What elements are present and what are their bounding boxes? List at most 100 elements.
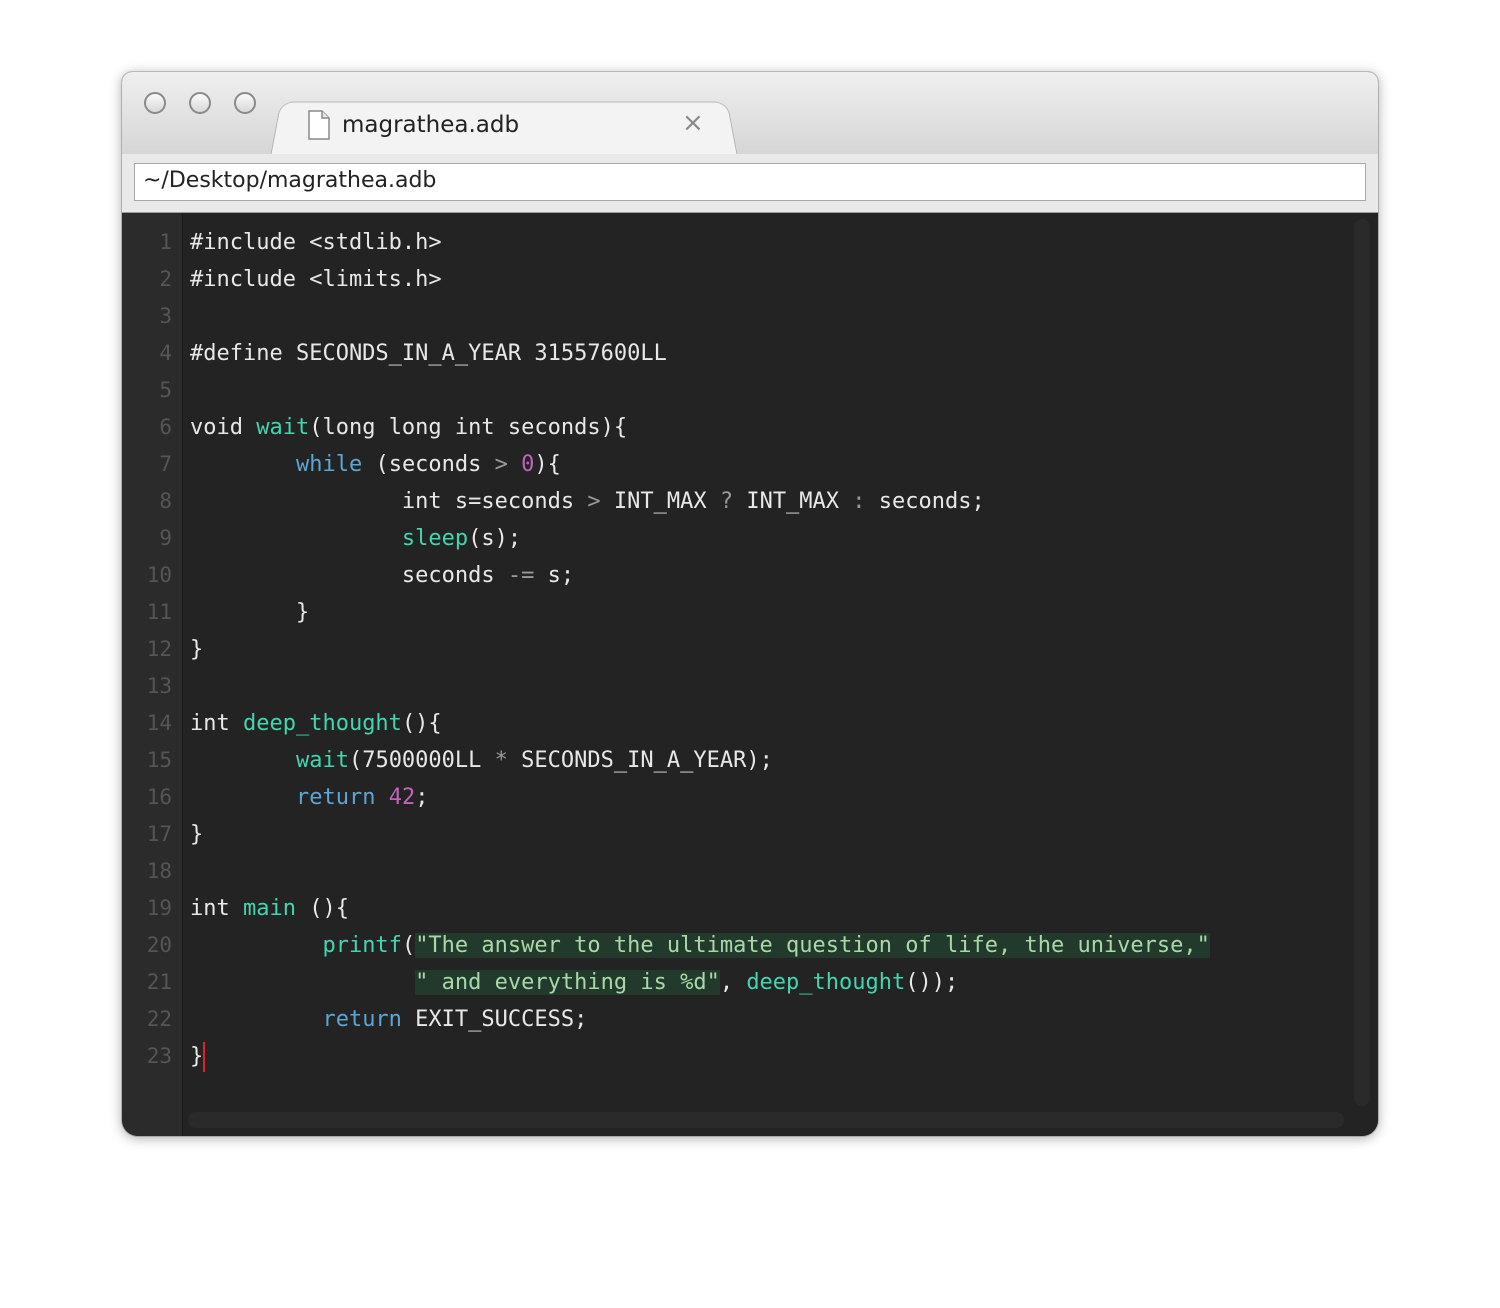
- code-line: #include <stdlib.h>: [190, 224, 442, 261]
- code-token: deep_thought: [746, 970, 906, 995]
- code-token: ?: [719, 489, 734, 514]
- code-token: while: [295, 452, 363, 477]
- code-token: *: [494, 748, 508, 773]
- code-token: #include <stdlib.h>: [190, 230, 442, 255]
- code-line: wait(7500000LL * SECONDS_IN_A_YEAR);: [190, 742, 773, 779]
- line-number: 6: [159, 415, 172, 439]
- code-token: main: [242, 896, 296, 921]
- code-token: >: [587, 489, 601, 514]
- code-token: -=: [507, 563, 535, 588]
- code-token: int: [190, 896, 243, 921]
- tab-close-icon[interactable]: ×: [682, 108, 704, 138]
- line-number: 3: [159, 304, 172, 328]
- code-line: #include <limits.h>: [190, 261, 442, 298]
- code-line: int s=seconds > INT_MAX ? INT_MAX : seco…: [190, 483, 985, 520]
- code-token: "The answer to the ultimate question of …: [415, 933, 1210, 958]
- line-number: 17: [146, 822, 172, 846]
- code-token: (s);: [468, 526, 522, 551]
- code-token: (){: [295, 896, 349, 921]
- line-number-gutter: 1 2 3 4 5 6 7 8 9 10 11 12 13 14 15 16 17 18 19 20 21 22 23: [122, 213, 183, 1136]
- code-token: sleep: [401, 526, 469, 551]
- code-line: seconds -= s;: [190, 557, 574, 594]
- line-number: 23: [146, 1044, 172, 1068]
- code-token: wait: [256, 415, 310, 440]
- line-number: 9: [159, 526, 172, 550]
- line-number: 20: [146, 933, 172, 957]
- code-line: void wait(long long int seconds){: [190, 409, 627, 446]
- code-token: #define SECONDS_IN_A_YEAR 31557600LL: [190, 341, 667, 366]
- code-editor[interactable]: 1 2 3 4 5 6 7 8 9 10 11 12 13 14 15 16 17 18 19 20 21 22 23 #i…: [122, 213, 1378, 1136]
- code-token: ,: [719, 970, 747, 995]
- code-line: int main (){: [190, 890, 349, 927]
- path-bar: ~/Desktop/magrathea.adb: [122, 154, 1378, 213]
- code-line: #define SECONDS_IN_A_YEAR 31557600LL: [190, 335, 667, 372]
- code-token: }: [190, 822, 204, 847]
- code-token: >: [494, 452, 508, 477]
- code-token: ());: [905, 970, 959, 995]
- code-token: return: [322, 1007, 402, 1032]
- code-line: printf("The answer to the ultimate quest…: [190, 927, 1210, 964]
- code-line: }: [190, 1038, 206, 1075]
- tab-title: magrathea.adb: [342, 112, 520, 138]
- tab-content: magrathea.adb ×: [270, 102, 736, 154]
- code-token: (long long int seconds){: [309, 415, 628, 440]
- line-number: 1: [159, 230, 172, 254]
- code-token: int s=seconds: [190, 489, 588, 514]
- code-token: seconds: [190, 563, 508, 588]
- close-window-button[interactable]: [144, 92, 166, 114]
- line-number: 15: [146, 748, 172, 772]
- file-path-field[interactable]: ~/Desktop/magrathea.adb: [134, 163, 1366, 201]
- code-token: (){: [401, 711, 442, 736]
- line-number: 21: [146, 970, 172, 994]
- minimize-window-button[interactable]: [189, 92, 211, 114]
- line-number: 11: [146, 600, 172, 624]
- code-token: deep_thought: [242, 711, 402, 736]
- code-line: while (seconds > 0){: [190, 446, 561, 483]
- title-bar: magrathea.adb ×: [122, 72, 1378, 157]
- code-token: }: [190, 1044, 204, 1069]
- code-line: int deep_thought(){: [190, 705, 442, 742]
- code-token: s;: [534, 563, 575, 588]
- code-token: EXIT_SUCCESS;: [401, 1007, 588, 1032]
- line-number: 2: [159, 267, 172, 291]
- code-line: }: [190, 631, 203, 668]
- line-number: 4: [159, 341, 172, 365]
- code-token: INT_MAX: [733, 489, 853, 514]
- code-line: return EXIT_SUCCESS;: [190, 1001, 587, 1038]
- code-token: int: [190, 711, 243, 736]
- code-token: (seconds: [362, 452, 495, 477]
- line-number: 16: [146, 785, 172, 809]
- line-number: 10: [146, 563, 172, 587]
- code-token: }: [190, 637, 204, 662]
- code-line: " and everything is %d", deep_thought())…: [190, 964, 958, 1001]
- line-number: 8: [159, 489, 172, 513]
- code-token: SECONDS_IN_A_YEAR);: [507, 748, 773, 773]
- line-number: 12: [146, 637, 172, 661]
- file-icon: [308, 110, 330, 140]
- code-token: 42: [388, 785, 416, 810]
- code-token: (: [401, 933, 416, 958]
- horizontal-scrollbar[interactable]: [188, 1112, 1344, 1128]
- line-number: 22: [146, 1007, 172, 1031]
- code-token: (7500000LL: [348, 748, 495, 773]
- zoom-window-button[interactable]: [234, 92, 256, 114]
- code-token: void: [190, 415, 257, 440]
- code-line: }: [190, 594, 309, 631]
- code-token: INT_MAX: [600, 489, 720, 514]
- code-token: wait: [295, 748, 349, 773]
- line-number: 19: [146, 896, 172, 920]
- vertical-scrollbar[interactable]: [1354, 219, 1370, 1106]
- code-token: " and everything is %d": [415, 970, 720, 995]
- editor-window: magrathea.adb × ~/Desktop/magrathea.adb …: [122, 72, 1378, 1136]
- line-number: 5: [159, 378, 172, 402]
- code-token: :: [852, 489, 866, 514]
